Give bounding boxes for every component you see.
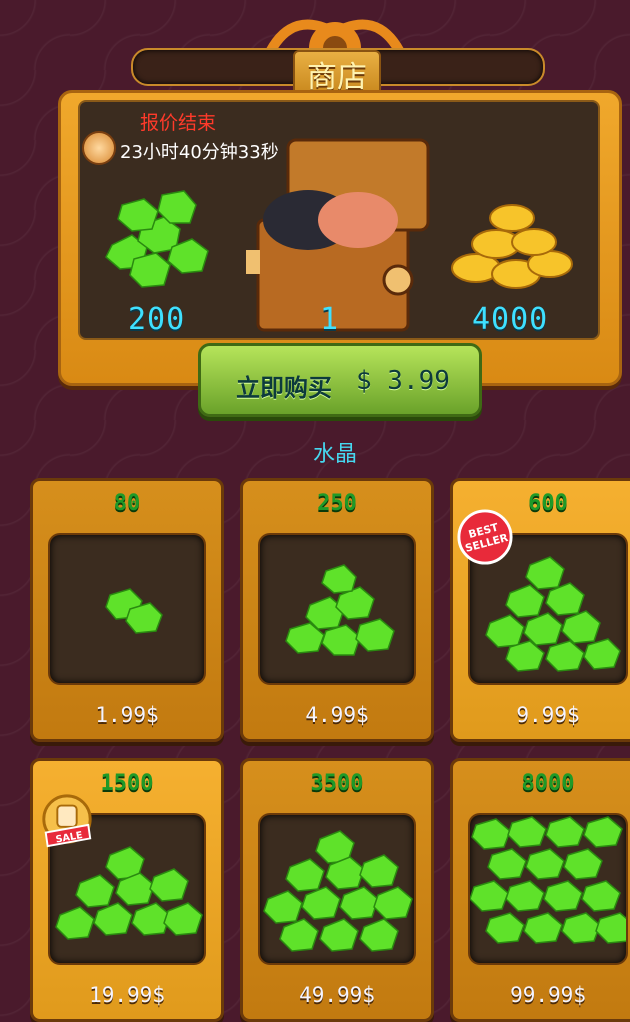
best-seller-badge-icon: BEST SELLER <box>457 509 513 565</box>
offer-gem-amount: 200 <box>128 302 186 337</box>
gem-pack-card[interactable]: 8000 99.99$ <box>450 758 630 1022</box>
offer-coin-amount: 4000 <box>472 302 549 337</box>
pack-price: 1.99$ <box>95 703 159 727</box>
pack-quantity: 3500 <box>310 771 364 796</box>
gem-pack-card[interactable]: 80 1.99$ <box>30 478 224 742</box>
pack-price: 49.99$ <box>299 983 375 1007</box>
gem-pile-full-icon <box>470 816 626 944</box>
pack-quantity: 8000 <box>521 771 575 796</box>
pack-image-well <box>48 533 206 685</box>
gem-small-icon <box>105 588 163 634</box>
pack-quantity: 250 <box>317 491 357 516</box>
pack-image-well <box>258 533 416 685</box>
pack-quantity: 80 <box>113 491 141 516</box>
sale-thumbs-up-badge-icon: SALE <box>42 794 92 848</box>
gem-pack-card[interactable]: 3500 49.99$ <box>240 758 434 1022</box>
gold-coins-icon <box>451 204 573 289</box>
gem-pile-icon <box>105 190 209 288</box>
pack-price: 99.99$ <box>510 983 586 1007</box>
gem-pack-card[interactable]: 250 4.99$ <box>240 478 434 742</box>
pack-price: 4.99$ <box>305 703 369 727</box>
buy-now-price: $ 3.99 <box>356 366 450 396</box>
pack-image-well <box>468 813 628 965</box>
pack-image-well <box>258 813 416 965</box>
pack-price: 19.99$ <box>89 983 165 1007</box>
gem-pile-icon <box>285 564 395 656</box>
section-title-crystals: 水晶 <box>312 442 357 467</box>
buy-now-label: 立即购买 <box>236 374 332 402</box>
gem-heap-icon <box>263 830 413 952</box>
offer-chest-amount: 1 <box>320 302 340 337</box>
offer-ended-label: 报价结束 <box>140 112 217 134</box>
pack-price: 9.99$ <box>516 703 580 727</box>
clock-icon <box>82 131 116 165</box>
